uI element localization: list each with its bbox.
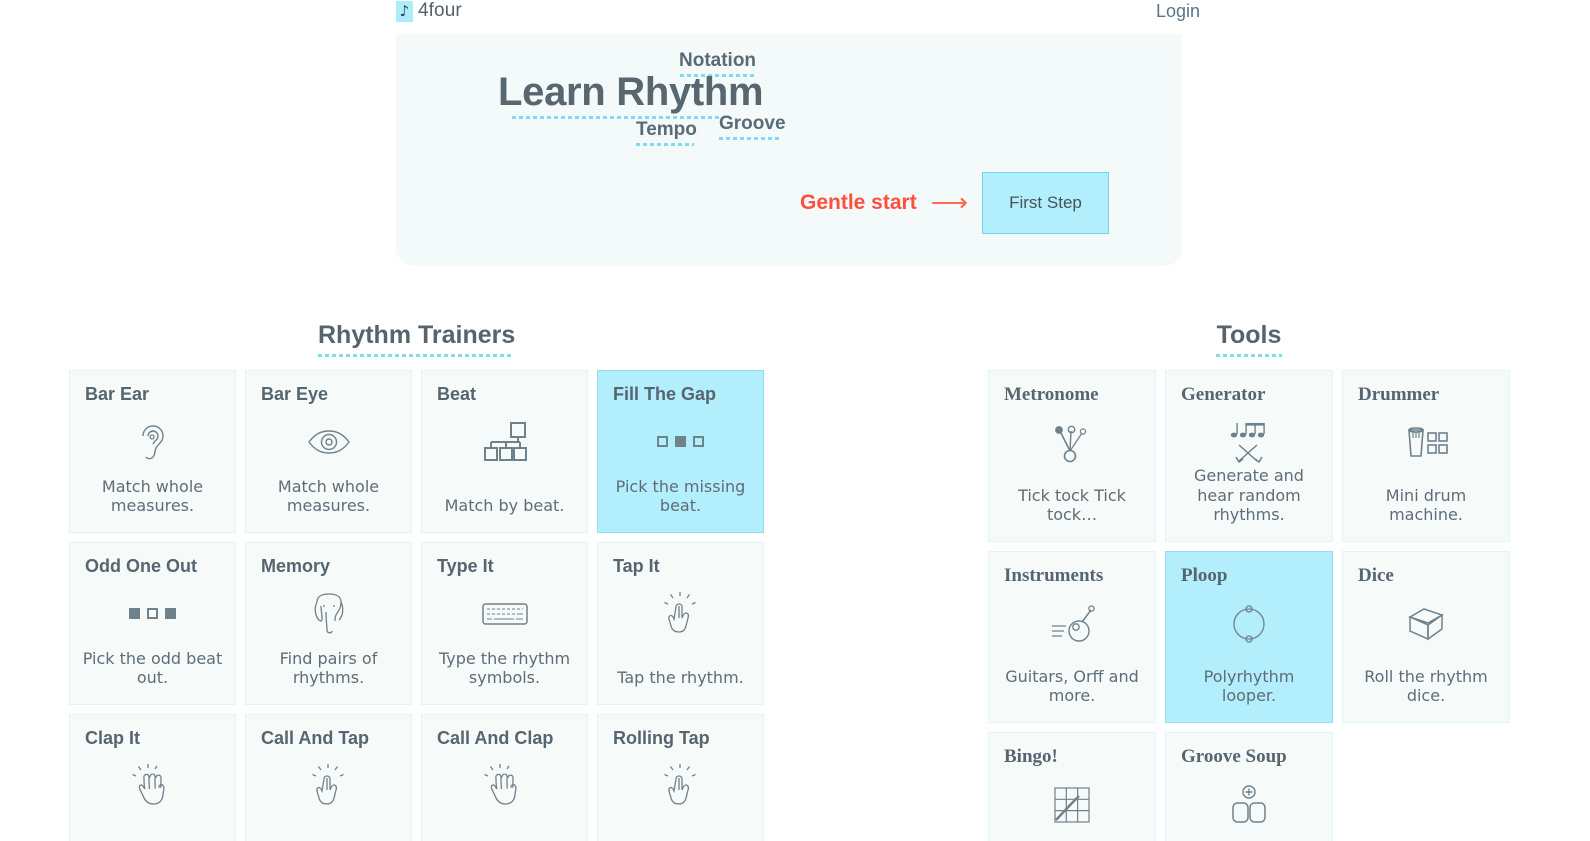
card-description: Match by beat. [444, 496, 565, 516]
tap-hand-icon [663, 763, 698, 809]
card-title: Dice [1358, 565, 1394, 586]
dotted-underline [1216, 354, 1282, 357]
rhythm-trainers-grid: Bar Ear Match whole measures. Bar Eye Match… [69, 370, 764, 841]
groove-soup-icon [1229, 782, 1269, 828]
card-title: Type It [437, 556, 494, 576]
dotted-underline [719, 137, 781, 140]
card-title: Groove Soup [1181, 746, 1287, 767]
hero-word-groove: Groove [719, 113, 786, 140]
card-description: Pick the odd beat out. [82, 648, 223, 688]
arrow-right-icon: ⟶ [930, 187, 968, 217]
card-description: Match whole measures. [277, 476, 380, 516]
hero-word-tempo: Tempo [636, 119, 697, 146]
tap-hand-icon [311, 763, 346, 809]
conga-pads-icon [1403, 420, 1449, 466]
card-title: Fill The Gap [613, 384, 717, 404]
card-title: Rolling Tap [613, 728, 710, 748]
card-title: Call And Clap [437, 728, 554, 748]
tools-card-drummer[interactable]: Drummer Mini drum machine. [1342, 370, 1510, 542]
tap-hand-icon [663, 591, 698, 637]
bingo-grid-icon [1053, 782, 1091, 828]
card-title: Ploop [1181, 565, 1228, 586]
dotted-underline [636, 143, 694, 146]
card-description: Guitars, Orff and more. [1005, 666, 1139, 706]
trainers-card-type-it[interactable]: Type It Type the rhythm symbols. [421, 542, 588, 705]
trainers-card-clap-it[interactable]: Clap ItClap the [69, 714, 236, 841]
card-title: Generator [1181, 384, 1266, 405]
card-description: Pick the missing beat. [615, 476, 746, 516]
eighth-rest-icon: ♪ [396, 0, 413, 22]
card-description: Find pairs of rhythms. [279, 648, 378, 688]
card-title: Bar Ear [85, 384, 150, 404]
tools-grid: Metronome Tick tock Tick tock… Generator Ge… [988, 370, 1510, 841]
card-title: Tap It [613, 556, 660, 576]
card-description: Type the rhythm symbols. [438, 648, 571, 688]
trainers-card-tap-it[interactable]: Tap It Tap the rhythm. [597, 542, 764, 705]
hierarchy-icon [481, 419, 529, 465]
first-step-button[interactable]: First Step [981, 172, 1109, 234]
card-title: Bingo! [1004, 746, 1058, 767]
card-title: Metronome [1004, 384, 1099, 405]
tools-card-groove-soup[interactable]: Groove Soup [1165, 732, 1333, 841]
top-bar: ♪ 4four Login [0, 0, 1590, 28]
tools-heading: Tools [1216, 321, 1282, 357]
card-description: Tap the rhythm. [617, 668, 744, 688]
tools-card-generator[interactable]: Generator Generate and hear random rhythm… [1165, 370, 1333, 542]
hero-cta: Gentle start ⟶ First Step [800, 172, 1109, 234]
trainers-card-call-and-tap[interactable]: Call And TapTap the rhythm [245, 714, 412, 841]
card-title: Drummer [1358, 384, 1440, 405]
hero-wordcloud: Notation Learn Rhythm Tempo Groove [396, 34, 1182, 164]
trainers-card-bar-eye[interactable]: Bar Eye Match whole measures. [245, 370, 412, 533]
card-description: Match whole measures. [101, 476, 204, 516]
squares-oio-icon [657, 419, 704, 465]
trainers-card-call-and-clap[interactable]: Call And ClapClap the [421, 714, 588, 841]
trainers-card-bar-ear[interactable]: Bar Ear Match whole measures. [69, 370, 236, 533]
login-link[interactable]: Login [1156, 1, 1200, 22]
card-title: Clap It [85, 728, 141, 748]
trainers-card-fill-the-gap[interactable]: Fill The Gap Pick the missing beat. [597, 370, 764, 533]
brand-logo[interactable]: ♪ 4four [396, 0, 462, 22]
card-description: Polyrhythm looper. [1203, 666, 1295, 706]
cube-icon [1406, 601, 1446, 647]
tools-card-bingo[interactable]: Bingo! [988, 732, 1156, 841]
clap-hand-icon [131, 763, 174, 809]
card-title: Instruments [1004, 565, 1104, 586]
card-title: Beat [437, 384, 477, 404]
clap-hand-icon [483, 763, 526, 809]
guitar-icon [1049, 601, 1095, 647]
shuffle-notes-icon [1226, 420, 1272, 466]
card-description: Tick tock Tick tock… [1018, 485, 1126, 525]
tools-card-metronome[interactable]: Metronome Tick tock Tick tock… [988, 370, 1156, 542]
homepage: ♪ 4four Login Notation Learn Rhythm Temp… [0, 0, 1590, 841]
tools-card-dice[interactable]: Dice Roll the rhythm dice. [1342, 551, 1510, 723]
polyrhythm-circle-icon [1229, 601, 1269, 647]
card-description: Generate and hear random rhythms. [1194, 466, 1304, 525]
card-description: Mini drum machine. [1385, 485, 1467, 525]
card-title: Odd One Out [85, 556, 197, 576]
brand-name: 4four [418, 0, 462, 21]
metronome-icon [1050, 420, 1094, 466]
card-title: Memory [261, 556, 331, 576]
squares-ioi-icon [129, 591, 176, 637]
tools-card-ploop[interactable]: Ploop Polyrhythm looper. [1165, 551, 1333, 723]
trainers-card-beat[interactable]: Beat Match by beat. [421, 370, 588, 533]
gentle-start-label: Gentle start [800, 191, 917, 214]
dotted-underline [318, 354, 512, 357]
card-title: Call And Tap [261, 728, 369, 748]
elephant-icon [309, 591, 349, 637]
trainers-card-memory[interactable]: Memory Find pairs of rhythms. [245, 542, 412, 705]
keyboard-icon [481, 591, 528, 637]
tools-card-instruments[interactable]: Instruments Guitars, Orff and more. [988, 551, 1156, 723]
trainers-heading: Rhythm Trainers [318, 321, 515, 357]
trainers-card-rolling-tap[interactable]: Rolling TapKeep tapping [597, 714, 764, 841]
card-description: Roll the rhythm dice. [1364, 666, 1488, 706]
eye-icon [307, 419, 351, 465]
ear-icon [135, 419, 171, 465]
hero-panel: Notation Learn Rhythm Tempo Groove Gentl… [396, 34, 1182, 266]
hero-title: Learn Rhythm [498, 70, 764, 119]
trainers-card-odd-one-out[interactable]: Odd One Out Pick the odd beat out. [69, 542, 236, 705]
card-title: Bar Eye [261, 384, 329, 404]
